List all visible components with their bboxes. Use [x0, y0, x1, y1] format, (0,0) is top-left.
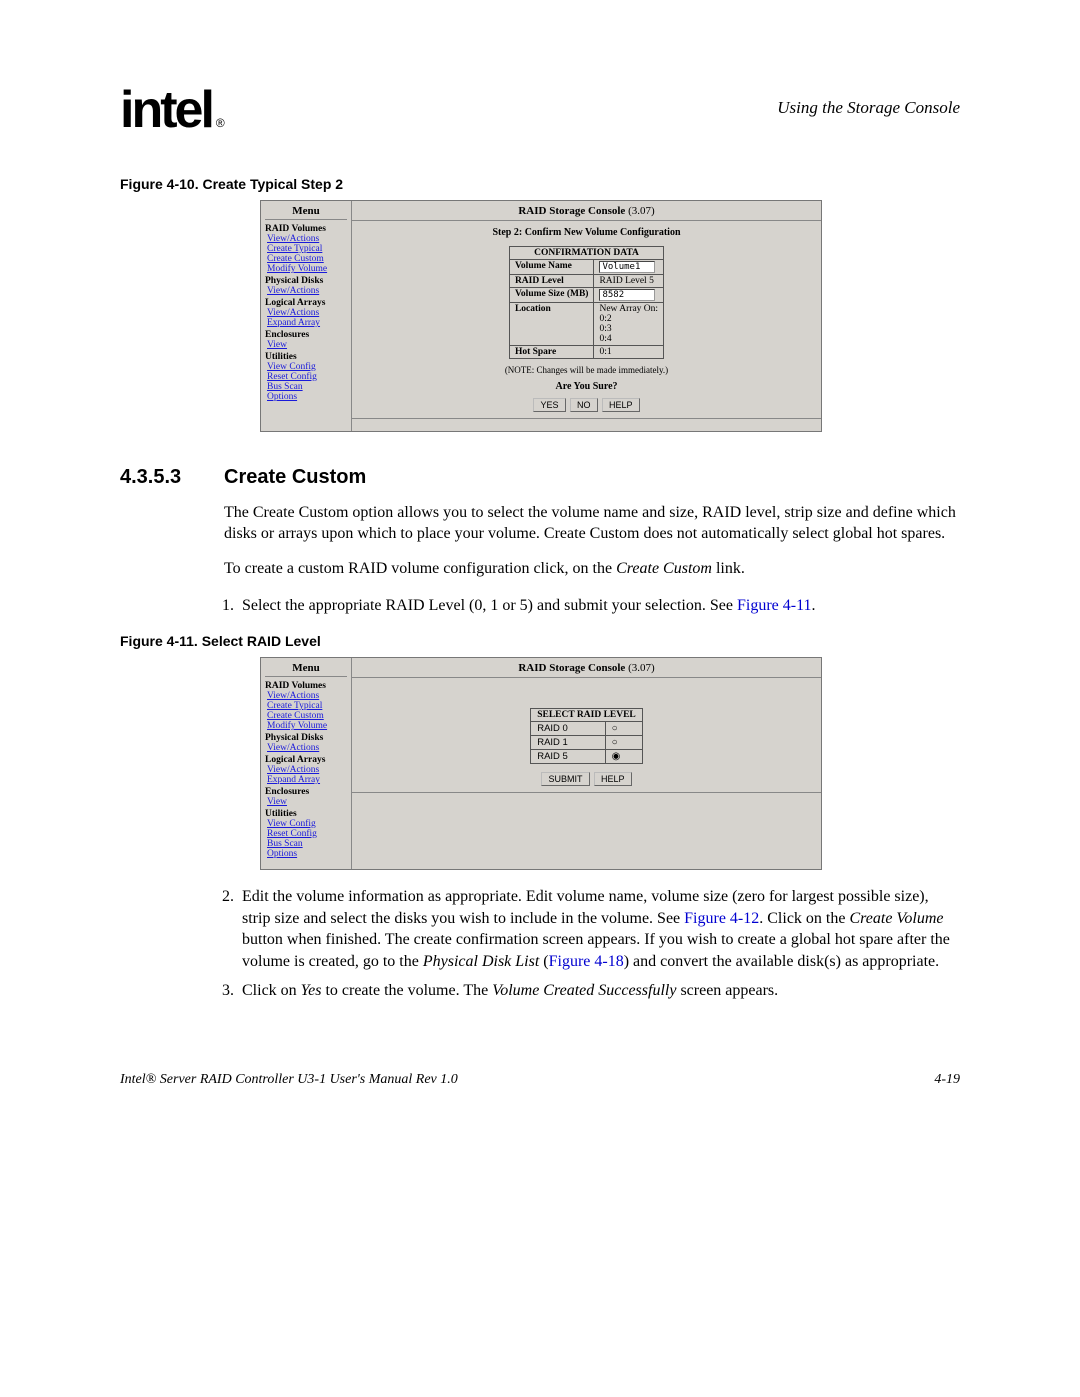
- menu-link-bus-scan[interactable]: Bus Scan: [267, 382, 347, 392]
- section-para-1: The Create Custom option allows you to s…: [224, 503, 960, 545]
- section-para-2: To create a custom RAID volume configura…: [224, 559, 960, 580]
- registered-mark: ®: [216, 116, 222, 130]
- step-2: Edit the volume information as appropria…: [238, 886, 960, 972]
- menu-link-reset-config[interactable]: Reset Config: [267, 829, 347, 839]
- menu-link-view-actions[interactable]: View/Actions: [267, 691, 347, 701]
- menu-link-view-actions[interactable]: View/Actions: [267, 743, 347, 753]
- menu-cat-raid-volumes: RAID Volumes: [265, 681, 347, 691]
- menu-cat-physical-disks: Physical Disks: [265, 733, 347, 743]
- console-title: RAID Storage Console (3.07): [358, 662, 815, 674]
- menu-link-view-actions[interactable]: View/Actions: [267, 765, 347, 775]
- menu-link-create-custom[interactable]: Create Custom: [267, 711, 347, 721]
- menu-link-view-config[interactable]: View Config: [267, 819, 347, 829]
- menu-link-view-config[interactable]: View Config: [267, 362, 347, 372]
- menu-link-view-actions[interactable]: View/Actions: [267, 308, 347, 318]
- menu-link-view-actions[interactable]: View/Actions: [267, 234, 347, 244]
- note-text: (NOTE: Changes will be made immediately.…: [358, 365, 815, 375]
- help-button[interactable]: HELP: [594, 772, 632, 786]
- running-header: Using the Storage Console: [777, 98, 960, 118]
- menu-link-modify-volume[interactable]: Modify Volume: [267, 721, 347, 731]
- raid0-radio[interactable]: ○: [605, 721, 642, 735]
- figure-4-11-link[interactable]: Figure 4-11: [737, 597, 812, 614]
- menu-link-expand-array[interactable]: Expand Array: [267, 775, 347, 785]
- menu-cat-physical-disks: Physical Disks: [265, 276, 347, 286]
- menu-cat-utilities: Utilities: [265, 352, 347, 362]
- menu-cat-enclosures: Enclosures: [265, 787, 347, 797]
- menu-link-create-typical[interactable]: Create Typical: [267, 244, 347, 254]
- figure-4-10-screenshot: Menu RAID Volumes View/Actions Create Ty…: [260, 200, 822, 432]
- menu-link-bus-scan[interactable]: Bus Scan: [267, 839, 347, 849]
- submit-button[interactable]: SUBMIT: [541, 772, 589, 786]
- menu-heading: Menu: [265, 205, 347, 220]
- menu-cat-logical-arrays: Logical Arrays: [265, 755, 347, 765]
- menu-link-modify-volume[interactable]: Modify Volume: [267, 264, 347, 274]
- confirmation-table: CONFIRMATION DATA Volume Name Volume1 RA…: [509, 246, 664, 359]
- footer-page-number: 4-19: [934, 1072, 960, 1088]
- menu-link-options[interactable]: Options: [267, 849, 347, 859]
- section-title: Create Custom: [224, 466, 366, 488]
- figure-4-12-link[interactable]: Figure 4-12: [684, 910, 759, 927]
- menu-cat-raid-volumes: RAID Volumes: [265, 224, 347, 234]
- menu-link-create-typical[interactable]: Create Typical: [267, 701, 347, 711]
- figure-4-18-link[interactable]: Figure 4-18: [549, 953, 624, 970]
- menu-link-view[interactable]: View: [267, 340, 347, 350]
- menu-link-expand-array[interactable]: Expand Array: [267, 318, 347, 328]
- step-3: Click on Yes to create the volume. The V…: [238, 980, 960, 1002]
- select-raid-header: SELECT RAID LEVEL: [531, 708, 643, 721]
- menu-cat-utilities: Utilities: [265, 809, 347, 819]
- yes-button[interactable]: YES: [533, 398, 565, 412]
- confirmation-header: CONFIRMATION DATA: [509, 247, 663, 260]
- select-raid-level-table: SELECT RAID LEVEL RAID 0○ RAID 1○ RAID 5…: [530, 708, 643, 764]
- menu-cat-logical-arrays: Logical Arrays: [265, 298, 347, 308]
- menu-link-options[interactable]: Options: [267, 392, 347, 402]
- figure-4-10-caption: Figure 4-10. Create Typical Step 2: [120, 176, 960, 192]
- menu-cat-enclosures: Enclosures: [265, 330, 347, 340]
- intel-logo: intel®: [120, 80, 222, 140]
- menu-heading: Menu: [265, 662, 347, 677]
- no-button[interactable]: NO: [570, 398, 598, 412]
- figure-4-11-caption: Figure 4-11. Select RAID Level: [120, 633, 960, 649]
- menu-link-reset-config[interactable]: Reset Config: [267, 372, 347, 382]
- help-button[interactable]: HELP: [602, 398, 640, 412]
- raid1-radio[interactable]: ○: [605, 735, 642, 749]
- section-number: 4.3.5.3: [120, 466, 220, 489]
- step-title: Step 2: Confirm New Volume Configuration: [358, 227, 815, 238]
- step-1: Select the appropriate RAID Level (0, 1 …: [238, 595, 960, 617]
- menu-link-create-custom[interactable]: Create Custom: [267, 254, 347, 264]
- footer-left: Intel® Server RAID Controller U3-1 User'…: [120, 1072, 458, 1088]
- menu-link-view[interactable]: View: [267, 797, 347, 807]
- console-title: RAID Storage Console (3.07): [358, 205, 815, 217]
- volume-size-input[interactable]: 8582: [599, 289, 655, 301]
- menu-link-view-actions[interactable]: View/Actions: [267, 286, 347, 296]
- raid5-radio[interactable]: ◉: [605, 749, 642, 763]
- are-you-sure: Are You Sure?: [358, 381, 815, 392]
- volume-name-input[interactable]: Volume1: [599, 261, 655, 273]
- figure-4-11-screenshot: Menu RAID Volumes View/Actions Create Ty…: [260, 657, 822, 870]
